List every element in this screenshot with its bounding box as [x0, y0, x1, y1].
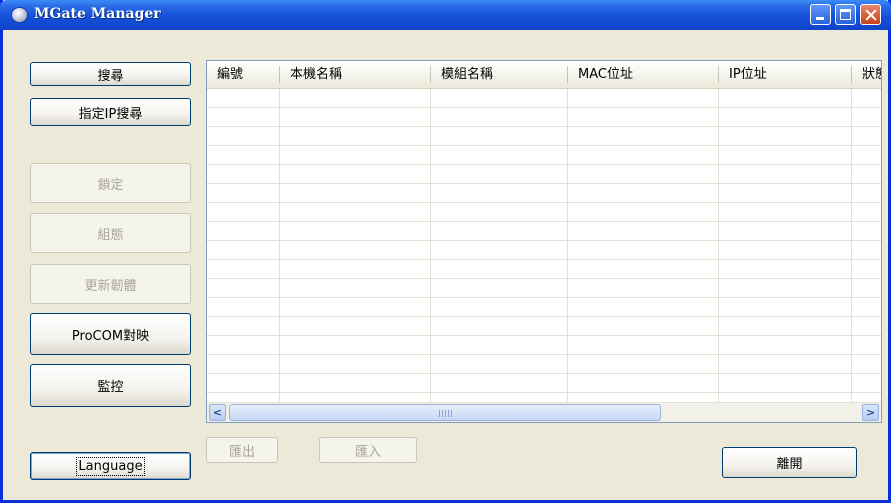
- column-header-ip-address[interactable]: IP位址: [719, 61, 851, 88]
- search-button-label: 搜尋: [97, 68, 124, 84]
- lock-button-label: 鎖定: [97, 177, 124, 193]
- configuration-button-label: 組態: [97, 227, 124, 243]
- scroll-right-arrow-icon[interactable]: >: [862, 404, 879, 421]
- column-gridline: [279, 89, 280, 403]
- main-window: MGate Manager 搜尋 指定IP搜尋 鎖定 組態 更新韌體 ProCO…: [0, 0, 891, 503]
- procom-mapping-button[interactable]: ProCOM對映: [30, 313, 191, 355]
- scrollbar-grip-icon: [439, 410, 453, 417]
- column-gridline: [851, 89, 852, 403]
- exit-button[interactable]: 離開: [722, 447, 857, 478]
- app-icon: [12, 8, 27, 22]
- close-button[interactable]: [860, 4, 881, 25]
- language-button-label: Language: [76, 456, 145, 476]
- search-by-ip-button-label: 指定IP搜尋: [78, 106, 143, 122]
- update-firmware-button[interactable]: 更新韌體: [30, 264, 191, 304]
- title-bar[interactable]: MGate Manager: [0, 0, 891, 30]
- export-button-label: 匯出: [228, 444, 255, 460]
- minimize-button[interactable]: [810, 4, 831, 25]
- column-header-host-name[interactable]: 本機名稱: [280, 61, 430, 88]
- maximize-button[interactable]: [835, 4, 856, 25]
- device-list-table[interactable]: 編號 本機名稱 模組名稱 MAC位址 IP位址 狀態 < >: [206, 60, 882, 423]
- language-button[interactable]: Language: [30, 452, 191, 480]
- column-header-model-name[interactable]: 模組名稱: [431, 61, 567, 88]
- scroll-left-arrow-icon[interactable]: <: [209, 404, 226, 421]
- configuration-button[interactable]: 組態: [30, 213, 191, 253]
- column-header-mac-address[interactable]: MAC位址: [568, 61, 718, 88]
- monitor-button-label: 監控: [97, 380, 124, 395]
- import-button[interactable]: 匯入: [319, 437, 417, 463]
- import-button-label: 匯入: [354, 444, 381, 460]
- exit-button-label: 離開: [776, 457, 803, 472]
- export-button[interactable]: 匯出: [206, 437, 278, 463]
- horizontal-scrollbar[interactable]: < >: [207, 402, 881, 422]
- search-by-ip-button[interactable]: 指定IP搜尋: [30, 98, 191, 126]
- procom-mapping-button-label: ProCOM對映: [71, 328, 150, 344]
- window-title: MGate Manager: [34, 6, 161, 22]
- monitor-button[interactable]: 監控: [30, 364, 191, 407]
- lock-button[interactable]: 鎖定: [30, 163, 191, 203]
- table-header: 編號 本機名稱 模組名稱 MAC位址 IP位址 狀態: [207, 61, 881, 89]
- column-header-status[interactable]: 狀態: [852, 61, 881, 88]
- column-header-number[interactable]: 編號: [207, 61, 279, 88]
- update-firmware-button-label: 更新韌體: [84, 278, 137, 294]
- column-gridline: [567, 89, 568, 403]
- scrollbar-thumb[interactable]: [229, 404, 661, 421]
- column-gridline: [718, 89, 719, 403]
- search-button[interactable]: 搜尋: [30, 62, 191, 86]
- column-gridline: [430, 89, 431, 403]
- table-body[interactable]: [207, 89, 881, 403]
